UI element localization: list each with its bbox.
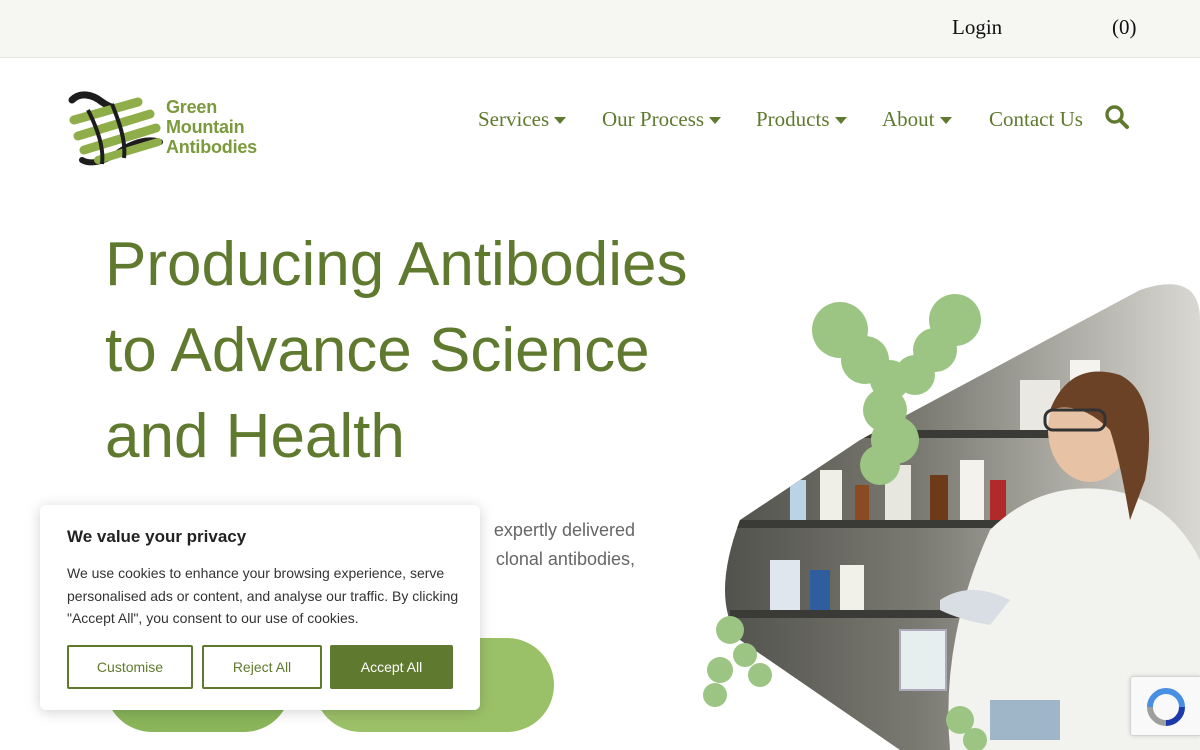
brand-line-3: Antibodies xyxy=(166,137,257,157)
caret-down-icon xyxy=(939,116,952,124)
nav-item-our-process[interactable]: Our Process xyxy=(602,106,722,132)
nav-item-services[interactable]: Services xyxy=(478,106,567,132)
antibody-logo-icon xyxy=(68,91,163,166)
brand-line-2: Mountain xyxy=(166,117,245,137)
nav-contact-label: Contact Us xyxy=(989,106,1083,131)
cart-count-link[interactable]: (0) xyxy=(1112,15,1137,40)
recaptcha-icon xyxy=(1147,688,1185,726)
caret-down-icon xyxy=(709,116,722,124)
caret-down-icon xyxy=(554,116,567,124)
hero-heading-line-3: and Health xyxy=(105,402,405,471)
brand-name: Green Mountain Antibodies xyxy=(166,97,257,157)
nav-products-label: Products xyxy=(756,106,830,131)
nav-item-products[interactable]: Products xyxy=(756,107,847,132)
cookie-body: We use cookies to enhance your browsing … xyxy=(67,565,459,626)
search-icon xyxy=(1105,105,1129,129)
nav-services-label: Services xyxy=(478,106,550,131)
cookie-consent-banner: We value your privacy We use cookies to … xyxy=(40,505,480,710)
top-utility-bar: Login (0) xyxy=(0,0,1200,58)
reject-all-button[interactable]: Reject All xyxy=(202,645,322,689)
cookie-title: We value your privacy xyxy=(67,527,247,546)
login-link[interactable]: Login xyxy=(952,15,1002,40)
recaptcha-badge[interactable] xyxy=(1130,676,1200,736)
hero-heading-line-1: Producing Antibodies xyxy=(105,230,688,299)
search-button[interactable] xyxy=(1104,104,1130,130)
brand-line-1: Green xyxy=(166,97,218,117)
caret-down-icon xyxy=(834,116,847,124)
nav-item-contact-us[interactable]: Contact Us xyxy=(989,107,1083,132)
hero-heading-line-2: to Advance Science xyxy=(105,316,650,385)
nav-about-label: About xyxy=(882,106,935,131)
site-logo[interactable]: Green Mountain Antibodies xyxy=(68,90,268,170)
hero-heading: Producing Antibodies to Advance Science … xyxy=(105,222,745,480)
nav-process-label: Our Process xyxy=(602,106,705,131)
accept-all-button[interactable]: Accept All xyxy=(330,645,453,689)
nav-item-about[interactable]: About xyxy=(882,107,952,132)
customise-button[interactable]: Customise xyxy=(67,645,193,689)
hero-lab-image xyxy=(690,280,1200,750)
